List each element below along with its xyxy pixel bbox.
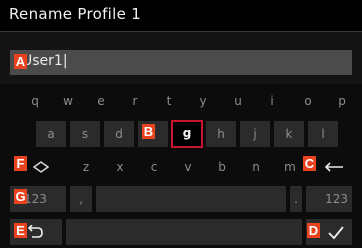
key-a[interactable]: a xyxy=(36,121,66,147)
shift-icon xyxy=(33,161,49,173)
backspace-arrow-icon xyxy=(324,162,343,172)
key-b[interactable]: b xyxy=(212,154,232,180)
back-return-icon xyxy=(27,225,43,238)
numbers-key-right[interactable]: 123 xyxy=(306,186,352,212)
key-x[interactable]: x xyxy=(110,154,130,180)
key-w[interactable]: w xyxy=(58,88,78,114)
callout-e: E xyxy=(14,223,27,238)
key-j[interactable]: j xyxy=(240,121,270,147)
callout-d: D xyxy=(307,223,320,238)
key-l[interactable]: l xyxy=(308,121,338,147)
space-key[interactable] xyxy=(96,186,286,212)
title-bar: Rename Profile 1 xyxy=(0,0,362,32)
key-q[interactable]: q xyxy=(25,88,45,114)
bottom-bar-spacer xyxy=(66,219,302,245)
key-g-selected[interactable]: g xyxy=(171,120,203,148)
shift-key[interactable] xyxy=(26,154,56,180)
rename-screen: Rename Profile 1 User1| q w e r t y u i … xyxy=(0,0,362,248)
name-input-value: User1| xyxy=(22,53,68,69)
key-y[interactable]: y xyxy=(193,88,213,114)
key-e[interactable]: e xyxy=(91,88,111,114)
callout-a: A xyxy=(14,54,27,69)
checkmark-icon xyxy=(328,226,344,240)
backspace-key[interactable] xyxy=(318,154,350,180)
key-r[interactable]: r xyxy=(125,88,145,114)
callout-c: C xyxy=(303,156,316,171)
key-c[interactable]: c xyxy=(144,154,164,180)
callout-g: G xyxy=(14,189,27,204)
key-v[interactable]: v xyxy=(178,154,198,180)
key-p[interactable]: p xyxy=(332,88,352,114)
comma-key[interactable]: , xyxy=(70,186,92,212)
key-k[interactable]: k xyxy=(274,121,304,147)
key-t[interactable]: t xyxy=(159,88,179,114)
key-o[interactable]: o xyxy=(298,88,318,114)
name-input-field[interactable]: User1| xyxy=(10,50,352,75)
key-d[interactable]: d xyxy=(104,121,134,147)
key-z[interactable]: z xyxy=(76,154,96,180)
key-i[interactable]: i xyxy=(262,88,282,114)
period-key[interactable]: . xyxy=(290,186,302,212)
key-s[interactable]: s xyxy=(70,121,100,147)
key-n[interactable]: n xyxy=(246,154,266,180)
callout-f: F xyxy=(14,156,27,171)
key-u[interactable]: u xyxy=(228,88,248,114)
key-h[interactable]: h xyxy=(206,121,236,147)
key-m[interactable]: m xyxy=(280,154,300,180)
callout-b: B xyxy=(142,124,155,139)
page-title: Rename Profile 1 xyxy=(9,5,142,23)
